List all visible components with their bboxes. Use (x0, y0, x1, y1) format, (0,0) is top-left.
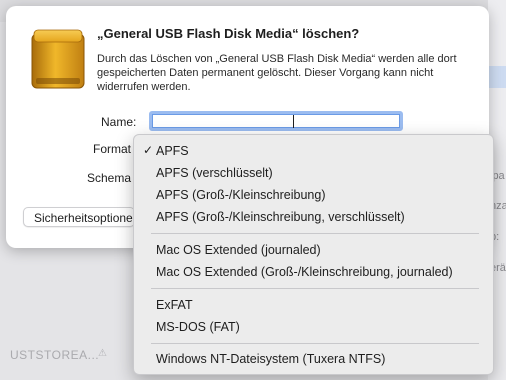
menu-item-label: ExFAT (156, 298, 193, 312)
menu-separator (151, 233, 479, 234)
format-label: Format (93, 142, 132, 156)
scheme-label: Schema (87, 171, 132, 185)
menu-item-apfs[interactable]: ✓ APFS (138, 141, 489, 161)
menu-item-hfs-journaled[interactable]: Mac OS Extended (journaled) (138, 240, 489, 260)
menu-item-hfs-case-sensitive-journaled[interactable]: Mac OS Extended (Groß-/Kleinschreibung, … (138, 262, 489, 282)
dialog-title: „General USB Flash Disk Media“ löschen? (97, 26, 360, 41)
menu-item-apfs-encrypted[interactable]: APFS (verschlüsselt) (138, 163, 489, 183)
menu-item-apfs-case-sensitive-encrypted[interactable]: APFS (Groß-/Kleinschreibung, verschlüsse… (138, 207, 489, 227)
menu-item-msdos-fat[interactable]: MS-DOS (FAT) (138, 317, 489, 337)
background-sidebar-item: USTSTOREA... ⚠ (0, 340, 140, 370)
security-options-label: Sicherheitsoptionen (34, 211, 135, 225)
menu-item-ntfs[interactable]: Windows NT-Dateisystem (Tuxera NTFS) (138, 349, 489, 369)
name-input-border (152, 114, 400, 128)
name-label: Name: (101, 115, 137, 129)
background-selected-row (488, 66, 506, 88)
format-popup-menu: ✓ APFS APFS (verschlüsselt) APFS (Groß-/… (133, 134, 494, 375)
menu-item-label: APFS (Groß-/Kleinschreibung) (156, 188, 326, 202)
text-cursor (293, 115, 294, 128)
menu-item-label: Mac OS Extended (Groß-/Kleinschreibung, … (156, 265, 453, 279)
menu-item-label: APFS (Groß-/Kleinschreibung, verschlüsse… (156, 210, 405, 224)
menu-separator (151, 343, 479, 344)
external-drive-icon (31, 29, 85, 89)
background-sidebar-label: USTSTOREA... (10, 348, 100, 362)
checkmark-icon: ✓ (143, 143, 154, 157)
dialog-message: Durch das Löschen von „General USB Flash… (97, 53, 457, 93)
name-input[interactable] (149, 111, 403, 131)
menu-item-label: MS-DOS (FAT) (156, 320, 240, 334)
menu-item-label: Mac OS Extended (journaled) (156, 243, 321, 257)
security-options-button[interactable]: Sicherheitsoptionen (23, 207, 135, 227)
menu-item-label: APFS (verschlüsselt) (156, 166, 273, 180)
menu-item-apfs-case-sensitive[interactable]: APFS (Groß-/Kleinschreibung) (138, 185, 489, 205)
menu-item-label: APFS (156, 144, 189, 158)
menu-separator (151, 288, 479, 289)
menu-item-label: Windows NT-Dateisystem (Tuxera NTFS) (156, 352, 386, 366)
warning-icon: ⚠ (98, 348, 107, 359)
menu-item-exfat[interactable]: ExFAT (138, 295, 489, 315)
